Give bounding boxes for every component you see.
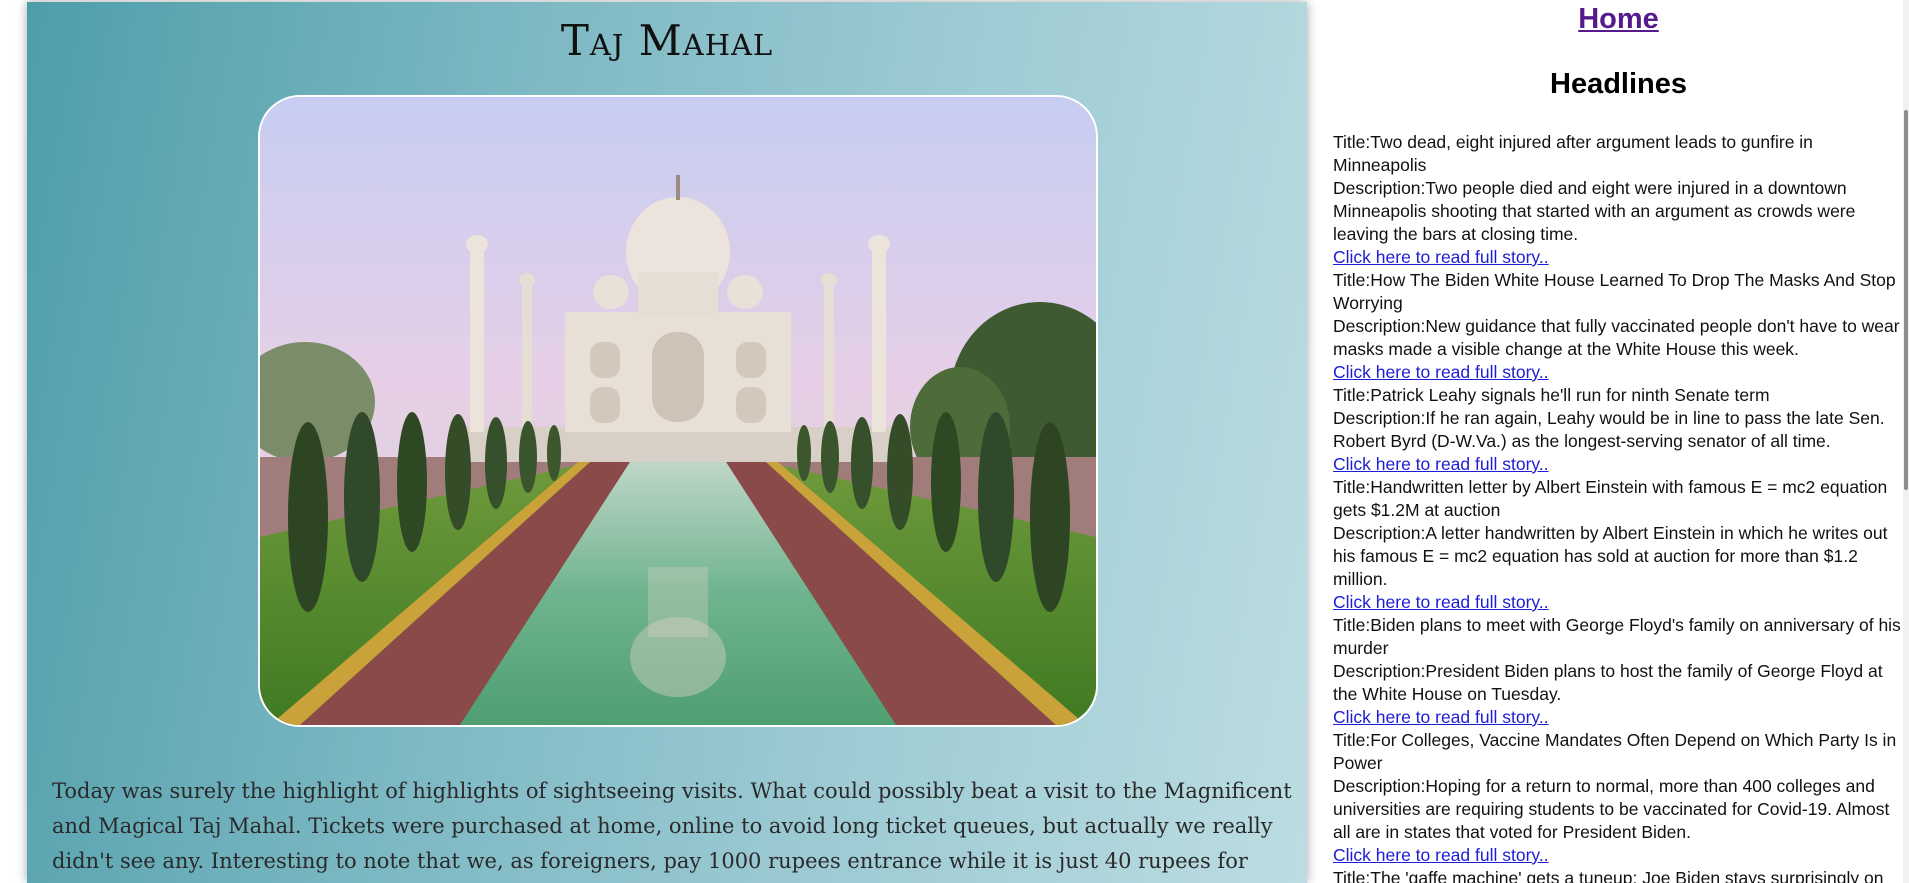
news-item: Title:The 'gaffe machine' gets a tuneup:…: [1333, 867, 1904, 883]
read-full-story-link[interactable]: Click here to read full story..: [1333, 361, 1549, 384]
news-description: Description:Hoping for a return to norma…: [1333, 776, 1890, 842]
read-full-story-link[interactable]: Click here to read full story..: [1333, 453, 1549, 476]
news-description: Description:New guidance that fully vacc…: [1333, 316, 1900, 359]
news-title: Title:For Colleges, Vaccine Mandates Oft…: [1333, 730, 1897, 773]
page-scrollbar[interactable]: [1903, 0, 1909, 883]
read-full-story-link[interactable]: Click here to read full story..: [1333, 844, 1549, 867]
headlines-sidebar: Home Headlines Title:Two dead, eight inj…: [1322, 0, 1904, 883]
home-link[interactable]: Home: [1322, 3, 1904, 36]
article-panel: Taj Mahal Today was surely the highlight…: [27, 2, 1307, 883]
news-description: Description:If he ran again, Leahy would…: [1333, 408, 1885, 451]
article-body-text: Today was surely the highlight of highli…: [52, 779, 1292, 873]
headlines-heading: Headlines: [1550, 68, 1687, 100]
news-title: Title:Patrick Leahy signals he'll run fo…: [1333, 385, 1770, 405]
news-title: Title:The 'gaffe machine' gets a tuneup:…: [1333, 868, 1884, 883]
read-full-story-link[interactable]: Click here to read full story..: [1333, 706, 1549, 729]
taj-mahal-photo: [258, 95, 1098, 727]
news-title: Title:Biden plans to meet with George Fl…: [1333, 615, 1901, 658]
news-item: Title:How The Biden White House Learned …: [1333, 269, 1904, 384]
news-item: Title:Handwritten letter by Albert Einst…: [1333, 476, 1904, 614]
news-list: Title:Two dead, eight injured after argu…: [1333, 131, 1904, 883]
news-item: Title:For Colleges, Vaccine Mandates Oft…: [1333, 729, 1904, 867]
read-full-story-link[interactable]: Click here to read full story..: [1333, 246, 1549, 269]
article-title: Taj Mahal: [560, 16, 774, 65]
news-description: Description:Two people died and eight we…: [1333, 178, 1856, 244]
news-title: Title:Two dead, eight injured after argu…: [1333, 132, 1813, 175]
news-title: Title:Handwritten letter by Albert Einst…: [1333, 477, 1888, 520]
news-description: Description:A letter handwritten by Albe…: [1333, 523, 1888, 589]
news-item: Title:Patrick Leahy signals he'll run fo…: [1333, 384, 1904, 476]
news-item: Title:Two dead, eight injured after argu…: [1333, 131, 1904, 269]
scrollbar-thumb[interactable]: [1904, 110, 1908, 490]
read-full-story-link[interactable]: Click here to read full story..: [1333, 591, 1549, 614]
news-item: Title:Biden plans to meet with George Fl…: [1333, 614, 1904, 729]
news-title: Title:How The Biden White House Learned …: [1333, 270, 1896, 313]
news-description: Description:President Biden plans to hos…: [1333, 661, 1883, 704]
